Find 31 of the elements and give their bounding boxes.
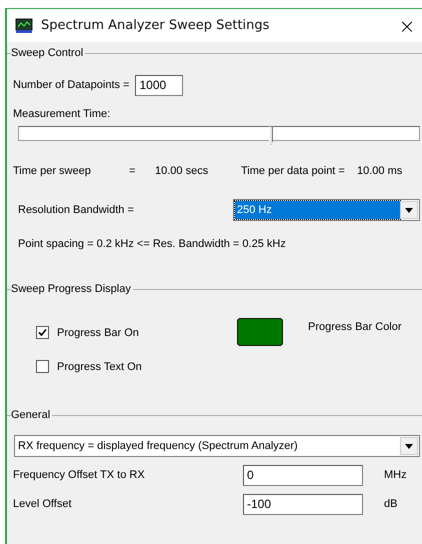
checkbox[interactable]: Progress Text On: [36, 360, 237, 373]
caret-icon: [405, 208, 413, 212]
field-label: Level Offset: [13, 498, 72, 510]
field-label: Resolution Bandwidth =: [18, 204, 134, 216]
unit-label: dB: [384, 498, 398, 510]
mode-dropdown[interactable]: RX frequency = displayed frequency (Spectrum Analyzer): [14, 435, 420, 457]
color-label: Progress Bar Color: [308, 321, 402, 335]
input-field[interactable]: 1000: [135, 74, 184, 96]
bandwidth-dropdown[interactable]: 250 Hz: [233, 199, 420, 221]
close-button[interactable]: ×: [392, 10, 422, 40]
monitor-icon: [15, 18, 33, 34]
slider-thumb[interactable]: [269, 126, 273, 145]
window-title: Spectrum Analyzer Sweep Settings: [41, 18, 270, 33]
info-value: 10.00 ms: [357, 165, 402, 177]
checkbox[interactable]: Progress Bar On: [36, 326, 237, 339]
field-label: Number of Datapoints =: [13, 79, 130, 91]
input-field[interactable]: 0: [243, 464, 363, 486]
unit-label: MHz: [384, 469, 407, 481]
field-label: Measurement Time:: [13, 108, 110, 120]
check-icon: [38, 328, 47, 337]
input-field[interactable]: -100: [243, 494, 363, 514]
color-swatch[interactable]: [237, 318, 283, 346]
info-text: Point spacing = 0.2 kHz <= Res. Bandwidth = 0.25 kHz: [18, 238, 286, 250]
info-label: Time per sweep: [13, 165, 92, 177]
caret-icon: [405, 444, 413, 448]
group-title: Sweep Control: [11, 46, 86, 60]
group-title: Sweep Progress Display: [11, 282, 133, 296]
info-label: =: [129, 165, 136, 177]
info-value: 10.00 secs: [155, 165, 210, 177]
info-label: Time per data point =: [241, 165, 346, 177]
field-label: Frequency Offset TX to RX: [13, 469, 146, 481]
